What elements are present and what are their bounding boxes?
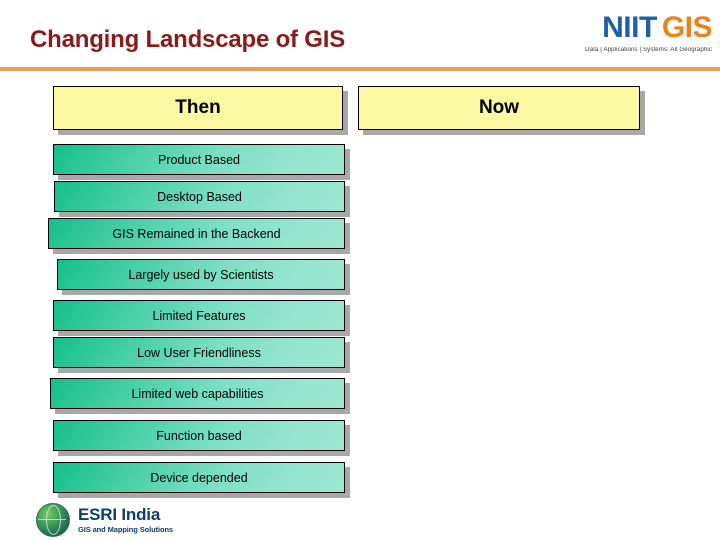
gis-wordmark-text: GIS <box>661 11 713 44</box>
then-item-bar: Largely used by Scientists <box>57 259 345 290</box>
then-item-bar: GIS Remained in the Backend <box>48 218 345 249</box>
esri-india-logo: ESRI India GIS and Mapping Solutions <box>36 503 173 537</box>
then-item-bar: Function based <box>53 420 345 451</box>
then-item-bar: Desktop Based <box>54 181 345 212</box>
then-item-bar: Product Based <box>53 144 345 175</box>
esri-logo-title: ESRI India <box>78 505 161 525</box>
esri-logo-tagline: GIS and Mapping Solutions <box>78 525 173 535</box>
niit-gis-wordmark: NIIT GIS <box>560 13 712 43</box>
niit-gis-logo: NIIT GIS Data | Applications | Systems: A… <box>560 13 712 54</box>
esri-text-block: ESRI India GIS and Mapping Solutions <box>78 506 173 534</box>
then-item-bar: Low User Friendliness <box>53 337 345 368</box>
niit-wordmark-text: NIIT <box>602 11 657 44</box>
then-item-bar: Device depended <box>53 462 345 493</box>
then-item-bar: Limited web capabilities <box>50 378 345 409</box>
then-column-list: Product Based Desktop Based GIS Remained i… <box>0 0 400 540</box>
niit-gis-tagline: Data | Applications | Systems: All Geogr… <box>585 47 712 53</box>
then-item-bar: Limited Features <box>53 300 345 331</box>
globe-icon <box>36 503 70 537</box>
column-header-now: Now <box>358 86 640 130</box>
